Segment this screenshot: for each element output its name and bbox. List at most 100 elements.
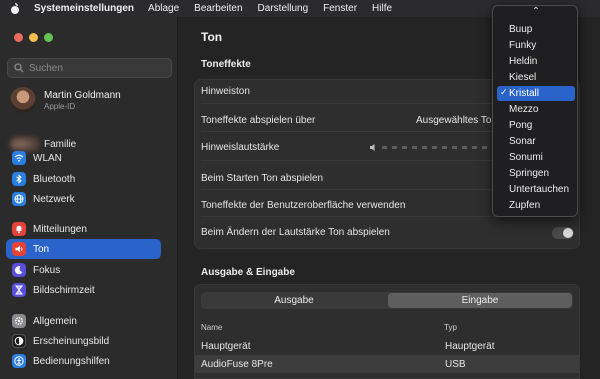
sidebar-item-label: Netzwerk	[33, 193, 75, 205]
sidebar-item-label: Bildschirmzeit	[33, 284, 95, 296]
alert-sound-menu: ⌃ Buup Funky Heldin Kiesel ✓ Kristall Mez…	[492, 5, 578, 217]
option-label: Zupfen	[509, 200, 541, 211]
device-type: Hauptgerät	[445, 340, 495, 352]
aendern-toggle[interactable]	[552, 227, 574, 239]
speaker-icon	[12, 242, 26, 256]
sidebar-item-label: Mitteilungen	[33, 223, 87, 235]
hourglass-icon	[12, 283, 26, 297]
sidebar-item-fokus[interactable]: Fokus	[6, 260, 161, 280]
checkmark-icon: ✓	[500, 87, 508, 97]
option-label: Mezzo	[509, 104, 539, 115]
menu-option-selected[interactable]: ✓ Kristall	[497, 86, 575, 101]
menu-ablage[interactable]: Ablage	[148, 3, 179, 14]
sidebar-item-allgemein[interactable]: Allgemein	[6, 311, 161, 331]
sidebar-item-label: WLAN	[33, 152, 62, 164]
sidebar-item-label: Allgemein	[33, 315, 77, 327]
menu-option[interactable]: Heldin	[497, 54, 575, 69]
volume-slider[interactable]	[382, 146, 492, 149]
sidebar-item-label: Erscheinungsbild	[33, 335, 110, 347]
menu-fenster[interactable]: Fenster	[323, 3, 357, 14]
sidebar-item-label: Ton	[33, 243, 50, 255]
option-label: Pong	[509, 120, 533, 131]
tab-eingabe[interactable]: Eingabe	[388, 293, 572, 308]
gear-icon	[12, 314, 26, 328]
option-label: Sonar	[509, 136, 536, 147]
option-label: Untertauchen	[509, 184, 570, 195]
minimize-button[interactable]	[29, 33, 38, 42]
column-header-typ[interactable]: Typ	[444, 323, 457, 332]
menu-option[interactable]: Kiesel	[497, 70, 575, 85]
sidebar-item-bedienungshilfen[interactable]: Bedienungshilfen	[6, 351, 161, 371]
search-icon	[14, 63, 24, 73]
wifi-icon	[12, 151, 26, 165]
search-placeholder: Suchen	[29, 62, 63, 74]
option-label: Springen	[509, 168, 550, 179]
option-label: Buup	[509, 24, 533, 35]
search-input[interactable]: Suchen	[7, 58, 172, 78]
sidebar-item-label: Fokus	[33, 264, 61, 276]
sidebar-item-wlan[interactable]: WLAN	[6, 148, 161, 168]
menu-app-name[interactable]: Systemeinstellungen	[34, 3, 134, 14]
sidebar-item-label: Bluetooth	[33, 173, 76, 185]
user-name: Martin Goldmann	[44, 89, 121, 101]
apple-id-account[interactable]: Martin Goldmann Apple-ID	[10, 87, 121, 113]
output-input-segmented-control: Ausgabe Eingabe	[201, 292, 573, 309]
sidebar: Suchen Martin Goldmann Apple-ID Familie …	[0, 17, 178, 379]
zoom-button[interactable]	[44, 33, 53, 42]
menu-option[interactable]: Zupfen	[497, 198, 575, 213]
sidebar-item-mitteilungen[interactable]: Mitteilungen	[6, 219, 161, 239]
close-button[interactable]	[14, 33, 23, 42]
menu-option[interactable]: Mezzo	[497, 102, 575, 117]
device-name: Hauptgerät	[201, 340, 251, 352]
section-ausgabe-eingabe: Ausgabe & Eingabe	[201, 267, 295, 278]
table-row[interactable]: AudioFuse 8Pre USB	[195, 355, 579, 373]
page-title: Ton	[201, 30, 223, 44]
apple-logo-icon[interactable]	[10, 3, 20, 14]
accessibility-icon	[12, 354, 26, 368]
oberflaeche-label: Toneffekte der Benutzeroberfläche verwen…	[201, 200, 406, 211]
avatar	[10, 87, 36, 113]
sidebar-item-bluetooth[interactable]: Bluetooth	[6, 169, 161, 189]
device-type: USB	[445, 358, 466, 370]
menu-darstellung[interactable]: Darstellung	[258, 3, 309, 14]
sidebar-item-netzwerk[interactable]: Netzwerk	[6, 189, 161, 209]
device-name: AudioFuse 8Pre	[201, 358, 273, 370]
user-sub: Apple-ID	[44, 101, 76, 111]
menu-bearbeiten[interactable]: Bearbeiten	[194, 3, 242, 14]
hinweiston-label: Hinweiston	[201, 86, 250, 97]
sidebar-item-bildschirmzeit[interactable]: Bildschirmzeit	[6, 280, 161, 300]
section-toneffekte: Toneffekte	[201, 59, 251, 70]
abspielen-ueber-label: Toneffekte abspielen über	[201, 115, 316, 126]
tab-ausgabe[interactable]: Ausgabe	[202, 293, 386, 308]
menu-option[interactable]: Untertauchen	[497, 182, 575, 197]
option-label: Kristall	[509, 88, 540, 99]
aendern-label: Beim Ändern der Lautstärke Ton abspielen	[201, 227, 390, 238]
menu-option[interactable]: Sonar	[497, 134, 575, 149]
appearance-icon	[12, 334, 26, 348]
sidebar-item-ton[interactable]: Ton	[6, 239, 161, 259]
sidebar-item-label: Bedienungshilfen	[33, 355, 110, 367]
menu-option[interactable]: Pong	[497, 118, 575, 133]
option-label: Funky	[509, 40, 537, 51]
menu-option[interactable]: Buup	[497, 22, 575, 37]
bluetooth-icon	[12, 172, 26, 186]
menu-option[interactable]: Sonumi	[497, 150, 575, 165]
bell-icon	[12, 222, 26, 236]
menu-hilfe[interactable]: Hilfe	[372, 3, 392, 14]
moon-icon	[12, 263, 26, 277]
volume-low-icon	[370, 144, 375, 151]
option-label: Heldin	[509, 56, 538, 67]
starten-label: Beim Starten Ton abspielen	[201, 173, 324, 184]
globe-icon	[12, 192, 26, 206]
sidebar-item-erscheinungsbild[interactable]: Erscheinungsbild	[6, 331, 161, 351]
option-label: Kiesel	[509, 72, 537, 83]
hinweislautstaerke-label: Hinweislautstärke	[201, 142, 280, 153]
column-header-name[interactable]: Name	[201, 323, 222, 332]
option-label: Sonumi	[509, 152, 543, 163]
scroll-up-chevron-icon[interactable]: ⌃	[493, 6, 579, 17]
table-row[interactable]: Hauptgerät Hauptgerät	[195, 337, 579, 355]
menu-option[interactable]: Funky	[497, 38, 575, 53]
window-controls	[14, 33, 53, 42]
menu-option[interactable]: Springen	[497, 166, 575, 181]
abspielen-ueber-select[interactable]: Ausgewähltes To	[416, 115, 491, 126]
